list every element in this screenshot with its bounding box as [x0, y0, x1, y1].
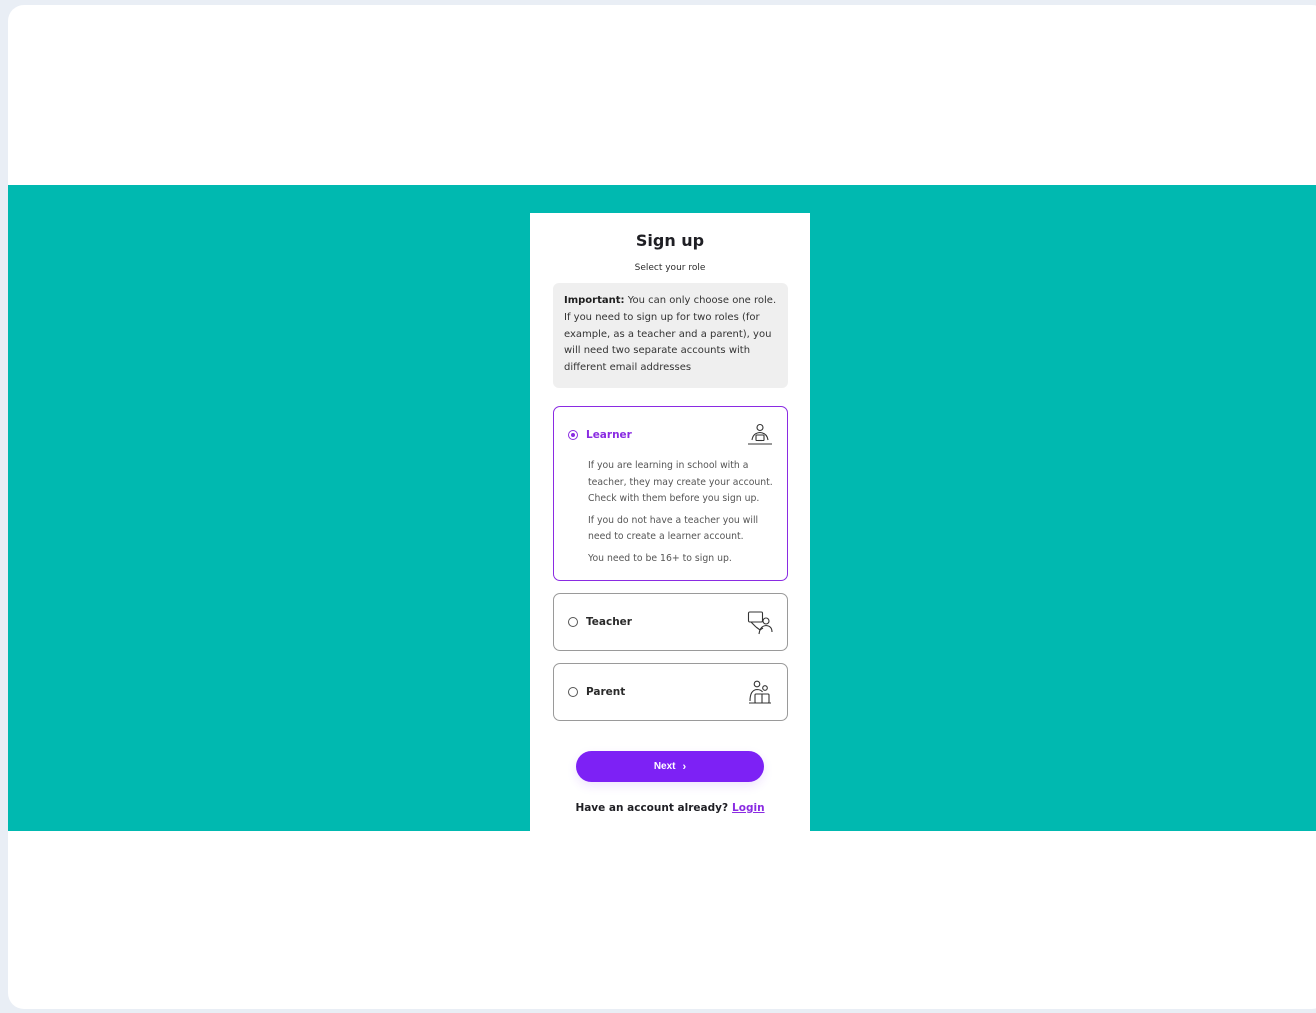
role-label-teacher: Teacher: [586, 616, 632, 628]
description-line: You need to be 16+ to sign up.: [588, 552, 732, 564]
chevron-right-icon: ›: [682, 760, 687, 773]
login-prompt: Have an account already? Login: [530, 802, 810, 814]
role-option-teacher[interactable]: Teacher: [553, 593, 788, 651]
page-title: Sign up: [635, 231, 705, 250]
next-button-label: Next: [653, 761, 676, 772]
signup-card: Sign up Select your role Important: You …: [530, 213, 810, 831]
role-label-learner: Learner: [586, 429, 632, 441]
important-notice: Important: You can only choose one role.…: [553, 283, 788, 388]
account-text: Have an account already?: [575, 802, 729, 814]
role-header: Learner: [568, 407, 632, 463]
role-option-learner[interactable]: Learner If you are learning in school wi…: [553, 406, 788, 581]
teacher-board-icon: [747, 611, 773, 635]
role-option-parent[interactable]: Parent: [553, 663, 788, 721]
radio-selected[interactable]: [568, 430, 578, 440]
notice-label: Important:: [564, 295, 625, 306]
next-button[interactable]: Next ›: [576, 751, 764, 782]
notice-text: You can only choose one role. If you nee…: [564, 295, 777, 374]
description-line: If you do not have a teacher you will ne…: [588, 514, 759, 543]
role-header: Teacher: [568, 594, 632, 650]
radio-unselected[interactable]: [568, 687, 578, 697]
role-label-parent: Parent: [586, 686, 626, 698]
parent-child-icon: [749, 680, 771, 704]
description-line: If you are learning in school with a tea…: [588, 460, 773, 505]
role-header: Parent: [568, 664, 625, 720]
learner-laptop-icon: [748, 423, 772, 445]
login-link[interactable]: Login: [732, 802, 765, 814]
radio-unselected[interactable]: [568, 617, 578, 627]
page-subtitle: Select your role: [634, 263, 706, 273]
role-description: If you are learning in school with a tea…: [588, 458, 780, 573]
browser-frame: Sign up Select your role Important: You …: [8, 5, 1316, 1009]
